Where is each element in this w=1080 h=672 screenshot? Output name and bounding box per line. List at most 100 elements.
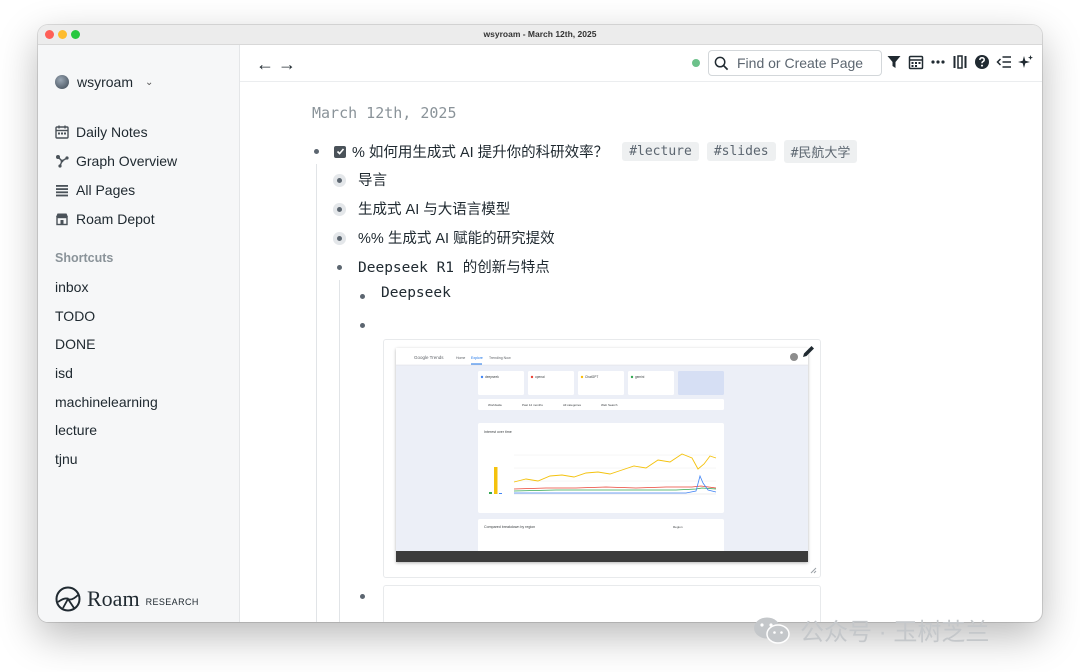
embedded-screenshot: Google Trends Home Explore Trending Now …: [396, 348, 808, 562]
shortcut-item[interactable]: TODO: [55, 302, 158, 331]
checkbox[interactable]: [334, 145, 346, 158]
shortcut-item[interactable]: lecture: [55, 416, 158, 445]
tag-minhang[interactable]: #民航大学: [783, 140, 858, 163]
shortcut-item[interactable]: inbox: [55, 273, 158, 302]
trends-region-label: Region: [673, 525, 683, 529]
brand-name: Roam: [87, 586, 140, 611]
block-bullet[interactable]: [360, 294, 365, 299]
shortcut-item[interactable]: tjnu: [55, 445, 158, 474]
sidebar-item-daily-notes[interactable]: Daily Notes: [55, 117, 177, 146]
block-bullet-collapsed[interactable]: [337, 178, 342, 183]
sidebar-item-label: Daily Notes: [76, 123, 148, 140]
calendar-icon[interactable]: [908, 54, 924, 70]
shortcuts-heading: Shortcuts: [55, 251, 114, 265]
search-box[interactable]: [708, 50, 882, 76]
shortcut-item[interactable]: isd: [55, 359, 158, 388]
tag-slides[interactable]: #slides: [706, 142, 776, 161]
resize-handle-icon[interactable]: [810, 567, 817, 574]
trends-tab: Explore: [471, 356, 483, 360]
trends-filter: Worldwide: [488, 403, 502, 407]
trends-tab: Home: [456, 356, 465, 360]
trends-term: gemini: [635, 375, 645, 379]
trends-filter: Past 12 months: [522, 403, 543, 407]
list-item[interactable]: 生成式 AI 与大语言模型: [358, 198, 510, 219]
trends-chart-title: Interest over time: [484, 430, 512, 434]
block-bullet-collapsed[interactable]: [337, 236, 342, 241]
sparkle-icon[interactable]: [1018, 54, 1034, 70]
window-title: wsyroam - March 12th, 2025: [483, 29, 597, 39]
search-icon: [714, 56, 729, 70]
store-icon: [56, 213, 68, 225]
list-item[interactable]: 导言: [358, 169, 387, 190]
roam-logo-icon: [55, 586, 81, 612]
outline-icon[interactable]: [996, 54, 1012, 70]
roam-logo: Roam RESEARCH: [55, 586, 199, 612]
shortcut-item[interactable]: DONE: [55, 330, 158, 359]
top-bar: ← →: [240, 45, 1042, 82]
chevron-down-icon: ⌄: [145, 76, 154, 88]
pencil-icon[interactable]: [801, 344, 816, 359]
google-trends-screenshot: Google Trends Home Explore Trending Now …: [396, 348, 808, 562]
forward-arrow-icon[interactable]: →: [278, 54, 296, 75]
help-icon[interactable]: [974, 54, 990, 70]
block-bullet[interactable]: [337, 265, 342, 270]
trends-filter: All categories: [563, 403, 582, 407]
tag-lecture[interactable]: #lecture: [622, 142, 699, 161]
title-bar: wsyroam - March 12th, 2025: [38, 25, 1042, 45]
columns-icon[interactable]: [952, 54, 968, 70]
minimize-window-button[interactable]: [58, 30, 67, 39]
trends-region-title: Compared breakdown by region: [484, 525, 535, 529]
trends-term: openai: [535, 375, 545, 379]
block-text: 生成式 AI 与大语言模型: [358, 202, 511, 218]
trends-filter: Web Search: [601, 403, 618, 407]
filter-icon[interactable]: [886, 54, 902, 70]
back-arrow-icon[interactable]: ←: [256, 54, 274, 75]
shortcuts-list: inbox TODO DONE isd machinelearning lect…: [55, 273, 158, 474]
sync-status-indicator: [692, 59, 700, 67]
list-icon: [56, 184, 68, 196]
block-bullet[interactable]: [314, 149, 319, 154]
block-text: Deepseek: [381, 285, 451, 301]
list-item[interactable]: Deepseek: [381, 285, 451, 301]
more-icon[interactable]: [930, 54, 946, 70]
block-bullet[interactable]: [360, 594, 365, 599]
block-text: Deepseek R1 的创新与特点: [358, 260, 550, 276]
sidebar-item-all-pages[interactable]: All Pages: [55, 175, 177, 204]
sidebar-item-roam-depot[interactable]: Roam Depot: [55, 204, 177, 233]
thread-line: [339, 280, 340, 622]
trends-term: ChatGPT: [585, 375, 598, 379]
wechat-icon: [754, 617, 790, 644]
todo-block[interactable]: % 如何用生成式 AI 提升你的科研效率？ #lecture #slides #…: [334, 140, 858, 163]
sidebar-item-graph-overview[interactable]: Graph Overview: [55, 146, 177, 175]
embedded-image-block[interactable]: Google Trends Home Explore Trending Now …: [383, 339, 821, 578]
calendar-icon: [55, 125, 69, 139]
toolbar-icons: [886, 54, 1034, 70]
block-text: % 如何用生成式 AI 提升你的科研效率？: [352, 145, 609, 161]
block-bullet-collapsed[interactable]: [337, 207, 342, 212]
sidebar-nav: Daily Notes Graph Overview All Pages Roa…: [55, 117, 177, 233]
shortcut-item[interactable]: machinelearning: [55, 388, 158, 417]
search-input[interactable]: [735, 54, 879, 72]
list-item[interactable]: %% 生成式 AI 赋能的研究提效: [358, 227, 555, 248]
list-item[interactable]: Deepseek R1 的创新与特点: [358, 256, 550, 277]
block-text: %% 生成式 AI 赋能的研究提效: [358, 231, 555, 247]
block-bullet[interactable]: [360, 323, 365, 328]
page-title[interactable]: March 12th, 2025: [312, 104, 457, 122]
main-content: March 12th, 2025 % 如何用生成式 AI 提升你的科研效率？ #…: [240, 82, 1042, 622]
user-name: wsyroam: [77, 74, 134, 90]
graph-icon: [56, 154, 69, 168]
user-switcher[interactable]: wsyroam ⌄: [55, 74, 153, 90]
thread-line: [316, 164, 317, 622]
sidebar-item-label: Graph Overview: [76, 152, 178, 169]
sidebar-item-label: Roam Depot: [76, 210, 155, 227]
trends-app-name: Google Trends: [414, 355, 444, 360]
app-window: wsyroam - March 12th, 2025 wsyroam ⌄ Dai…: [38, 25, 1042, 622]
block-text: 导言: [358, 173, 387, 189]
avatar: [55, 75, 69, 89]
trends-tab: Trending Now: [489, 356, 511, 360]
close-window-button[interactable]: [45, 30, 54, 39]
sidebar-item-label: All Pages: [76, 181, 136, 198]
maximize-window-button[interactable]: [71, 30, 80, 39]
brand-subtitle: RESEARCH: [145, 597, 199, 607]
watermark-text: 公众号 · 玉树芝兰: [800, 619, 990, 646]
